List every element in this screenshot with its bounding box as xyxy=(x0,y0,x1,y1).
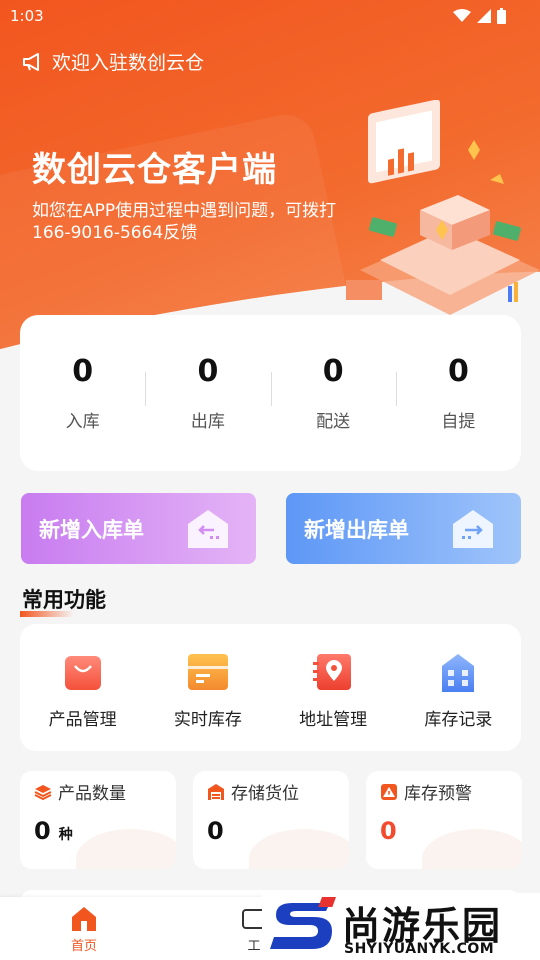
summary-card-header: 产品数量 xyxy=(34,779,126,804)
stats-card: 0 入库 0 出库 0 配送 0 自提 xyxy=(20,315,521,471)
summary-card-header: 存储货位 xyxy=(207,779,299,804)
summary-card-label: 库存预警 xyxy=(404,784,472,804)
tab-home-label: 首页 xyxy=(70,939,97,954)
battery-icon xyxy=(497,8,506,24)
function-label: 库存记录 xyxy=(424,710,493,730)
stat-label: 配送 xyxy=(316,412,351,432)
stat-label: 出库 xyxy=(190,412,225,432)
tab-work-label: 工 xyxy=(247,939,261,954)
stat-value: 0 xyxy=(197,354,219,389)
summary-card-header: 库存预警 xyxy=(380,779,472,804)
section-title-text: 常用功能 xyxy=(22,588,106,612)
functions-card: 产品管理 实时库存 地址管理 库存记录 xyxy=(20,624,521,751)
warehouse-illustration xyxy=(346,100,540,315)
outbound-house-icon xyxy=(453,510,493,548)
summary-card-value: 0 xyxy=(380,817,397,845)
function-address-management[interactable]: 地址管理 xyxy=(271,624,396,751)
function-realtime-inventory[interactable]: 实时库存 xyxy=(145,624,270,751)
function-label: 地址管理 xyxy=(299,710,368,730)
warning-icon xyxy=(381,783,397,800)
announcement-bar[interactable]: 欢迎入驻数创云仓 xyxy=(22,48,204,75)
wifi-icon xyxy=(453,9,471,22)
building-icon xyxy=(442,654,475,692)
stat-value: 0 xyxy=(447,354,469,389)
function-product-management[interactable]: 产品管理 xyxy=(20,624,145,751)
stat-value: 0 xyxy=(72,354,94,389)
summary-card-value: 0 xyxy=(34,817,51,845)
stat-inbound[interactable]: 0 入库 xyxy=(20,354,145,432)
summary-card-stock-warning[interactable]: 库存预警 0 xyxy=(366,771,522,869)
watermark: 尚游乐园 SHYIYUANYK.COM xyxy=(262,893,540,960)
stat-label: 入库 xyxy=(65,412,100,432)
box-icon xyxy=(187,654,228,690)
tab-home[interactable]: 首页 xyxy=(70,905,98,954)
status-bar: 1:03 xyxy=(0,0,540,32)
signal-icon xyxy=(477,9,491,23)
summary-card-label: 产品数量 xyxy=(58,784,126,804)
watermark-text-en: SHYIYUANYK.COM xyxy=(344,941,495,957)
summary-card-value-row: 0种 xyxy=(34,817,73,845)
megaphone-icon xyxy=(23,52,39,71)
new-outbound-order-label: 新增出库单 xyxy=(304,517,409,542)
new-inbound-order-label: 新增入库单 xyxy=(39,517,144,542)
stat-label: 自提 xyxy=(441,412,476,432)
watermark-logo-icon xyxy=(270,897,336,949)
warehouse-icon xyxy=(208,783,224,800)
stat-delivery[interactable]: 0 配送 xyxy=(270,354,396,432)
summary-card-unit: 种 xyxy=(58,827,73,843)
summary-card-value: 0 xyxy=(207,817,224,845)
stat-value: 0 xyxy=(322,354,344,389)
section-title: 常用功能 xyxy=(20,584,106,617)
function-inventory-records[interactable]: 库存记录 xyxy=(396,624,521,751)
location-pin-icon xyxy=(313,654,352,690)
stat-pickup[interactable]: 0 自提 xyxy=(395,354,521,432)
summary-card-storage-slots[interactable]: 存储货位 0 xyxy=(193,771,349,869)
stat-outbound[interactable]: 0 出库 xyxy=(145,354,270,432)
announcement-text: 欢迎入驻数创云仓 xyxy=(52,52,205,74)
summary-card-product-count[interactable]: 产品数量 0种 xyxy=(20,771,176,869)
hero-description: 如您在APP使用过程中遇到问题，可拨打166-9016-5664反馈 xyxy=(32,201,337,243)
status-time: 1:03 xyxy=(10,7,44,25)
summary-card-label: 存储货位 xyxy=(231,784,299,804)
home-icon xyxy=(72,907,96,931)
inbound-house-icon xyxy=(188,510,228,548)
hero-title: 数创云仓客户端 xyxy=(32,150,277,190)
new-outbound-order-button[interactable]: 新增出库单 xyxy=(286,493,521,564)
status-icons xyxy=(453,8,506,24)
function-label: 实时库存 xyxy=(173,710,242,730)
new-inbound-order-button[interactable]: 新增入库单 xyxy=(21,493,256,564)
function-label: 产品管理 xyxy=(48,710,117,730)
shopping-bag-icon xyxy=(64,656,101,690)
layers-icon xyxy=(34,784,52,800)
